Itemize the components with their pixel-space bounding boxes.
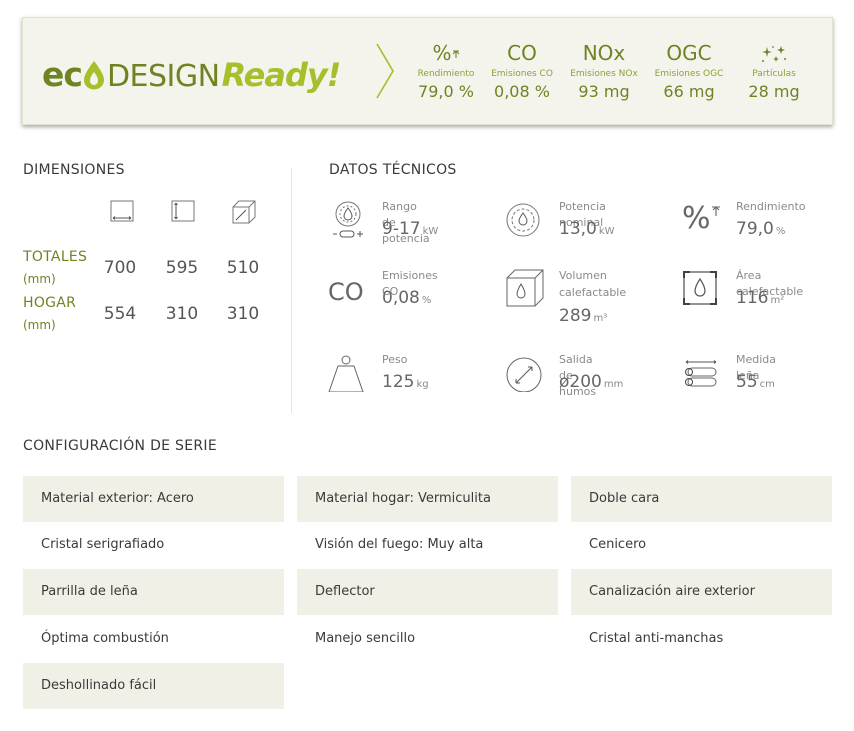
tech-value: 79,0% — [736, 219, 786, 239]
metric-label: Emisiones CO — [491, 69, 553, 79]
depth-dimension-icon — [232, 200, 256, 224]
co-symbol: CO — [507, 41, 537, 65]
tech-value: 55 cm — [736, 372, 775, 392]
section-divider — [291, 168, 292, 413]
metric-label: Rendimiento — [417, 69, 475, 79]
metric-rendimiento: % Rendimiento 79,0 % — [404, 38, 488, 103]
dimension-row-label: HOGAR — [23, 295, 77, 311]
metric-value: 79,0 % — [418, 82, 474, 101]
tech-label: Rendimiento — [736, 200, 806, 213]
metric-value: 28 mg — [748, 82, 800, 101]
arrow-up-icon — [452, 49, 459, 58]
tech-label: Volumen — [559, 269, 607, 282]
dimension-value: 310 — [226, 304, 260, 324]
config-item: Canalización aire exterior — [571, 569, 832, 615]
dimensions-title: DIMENSIONES — [23, 162, 125, 178]
metric-value: 0,08 % — [494, 82, 550, 101]
logo-eco-text: ec — [42, 55, 83, 94]
metric-value: 93 mg — [578, 82, 630, 101]
config-item: Parrilla de leña — [23, 569, 284, 615]
tech-value: 9-17 kW — [382, 219, 439, 239]
chevron-right-icon — [376, 43, 394, 99]
metric-nox: NOx Emisiones NOx 93 mg — [562, 38, 646, 103]
metric-ogc: OGC Emisiones OGC 66 mg — [647, 38, 731, 103]
flue-diameter-icon — [506, 357, 542, 392]
nominal-power-icon — [506, 203, 540, 237]
metric-particulas: Partículas 28 mg — [732, 38, 816, 103]
heating-area-icon — [683, 271, 717, 305]
particles-icon — [732, 38, 816, 68]
tech-value: 289 m³ — [559, 306, 608, 326]
logo-ready-text: Ready! — [221, 56, 342, 94]
metric-value: 66 mg — [663, 82, 715, 101]
config-item: Material hogar: Vermiculita — [297, 476, 558, 522]
config-item: Deshollinado fácil — [23, 663, 284, 709]
percent-symbol: % — [404, 38, 488, 68]
config-item: Material exterior: Acero — [23, 476, 284, 522]
metric-co: CO Emisiones CO 0,08 % — [480, 38, 564, 103]
dimension-row-label: TOTALES — [23, 249, 88, 265]
dimension-row-unit: (mm) — [23, 272, 56, 286]
metric-label: Emisiones OGC — [654, 69, 724, 79]
nox-symbol: NOx — [582, 41, 626, 65]
height-dimension-icon — [171, 200, 195, 222]
config-title: CONFIGURACIÓN DE SERIE — [23, 438, 217, 454]
power-range-icon — [333, 201, 363, 238]
leaf-drop-icon — [83, 61, 104, 90]
config-item: Cristal anti-manchas — [589, 631, 724, 646]
tech-value: 116 m² — [736, 288, 785, 308]
tech-label: Peso — [382, 353, 408, 366]
dimension-value: 510 — [226, 258, 260, 278]
weight-icon — [328, 355, 364, 392]
config-item: Visión del fuego: Muy alta — [315, 537, 484, 552]
dimension-value: 554 — [103, 304, 137, 324]
logo-design-text: DESIGN — [106, 59, 220, 94]
tech-label: calefactable — [559, 286, 627, 299]
config-item: Cenicero — [589, 537, 647, 552]
ecodesign-banner: ec DESIGN Ready! % Rendimiento 79,0 % CO… — [22, 17, 833, 125]
heating-volume-icon — [506, 269, 544, 307]
ogc-symbol: OGC — [666, 41, 712, 65]
tech-data-title: DATOS TÉCNICOS — [329, 162, 457, 178]
dimension-value: 310 — [165, 304, 199, 324]
co-emissions-icon: CO — [328, 278, 364, 306]
ecodesign-logo: ec DESIGN Ready! — [42, 55, 342, 95]
metric-label: Partículas — [752, 69, 796, 79]
tech-value: 0,08% — [382, 288, 432, 308]
tech-value: 125 kg — [382, 372, 429, 392]
tech-value: 13,0 kW — [559, 219, 615, 239]
config-item: Óptima combustión — [41, 631, 169, 646]
metric-label: Emisiones NOx — [570, 69, 638, 79]
firewood-log-icon — [685, 360, 717, 387]
efficiency-percent-icon: % — [682, 199, 722, 239]
dimension-value: 700 — [103, 258, 137, 278]
dimension-value: 595 — [165, 258, 199, 278]
width-dimension-icon — [110, 200, 134, 222]
config-item: Doble cara — [571, 476, 832, 522]
dimension-row-unit: (mm) — [23, 318, 56, 332]
config-item: Manejo sencillo — [315, 631, 416, 646]
tech-value: ø200 mm — [559, 372, 624, 392]
config-item: Cristal serigrafiado — [41, 537, 165, 552]
config-item: Deflector — [297, 569, 558, 615]
